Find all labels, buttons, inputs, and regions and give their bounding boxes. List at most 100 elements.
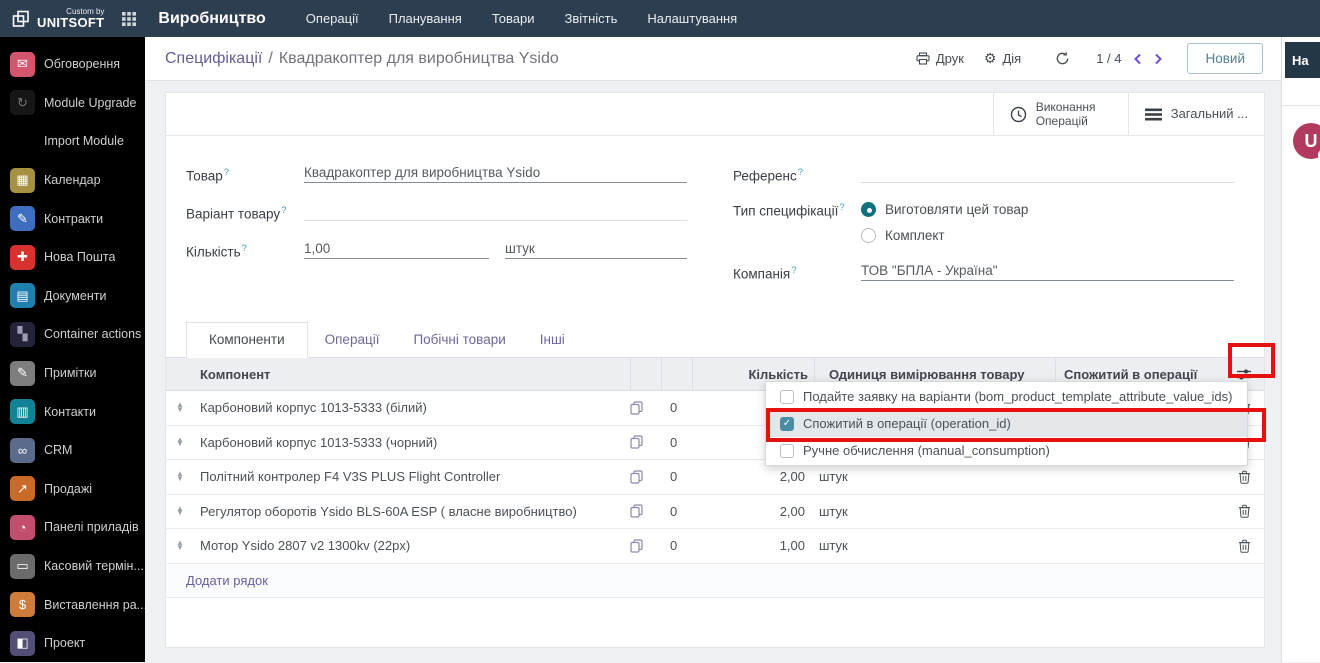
company-field[interactable]: ТОВ "БПЛА - Україна" — [861, 263, 1234, 281]
checkbox-icon — [780, 443, 794, 458]
row-quantity[interactable]: 1,00 — [690, 538, 805, 553]
sidebar-item-container-actions[interactable]: ▚ Container actions — [0, 315, 145, 354]
quantity-uom-field[interactable]: штук — [505, 241, 687, 259]
bom-type-option-kit[interactable]: Комплект — [861, 228, 1234, 243]
sidebar-item-sales[interactable]: ↗ Продажі — [0, 470, 145, 509]
sidebar-item-invoicing[interactable]: $ Виставлення ра... — [0, 585, 145, 624]
component-name[interactable]: Регулятор оборотів Ysido BLS-60A ESP ( в… — [200, 504, 630, 519]
sidebar-item-calendar[interactable]: ▦ Календар — [0, 161, 145, 200]
delete-row-icon[interactable] — [1224, 539, 1264, 553]
sidebar-item-contacts[interactable]: ▥ Контакти — [0, 392, 145, 431]
row-uom[interactable]: штук — [805, 469, 1045, 484]
component-name[interactable]: Карбоновий корпус 1013-5333 (чорний) — [200, 435, 630, 450]
sidebar-item-documents[interactable]: ▤ Документи — [0, 277, 145, 316]
breadcrumb-parent[interactable]: Специфікації — [165, 50, 262, 68]
drag-handle-icon[interactable]: ▲ ▼ — [176, 504, 200, 516]
form-fields: Товар? Квадракоптер для виробництва Ysid… — [166, 136, 1264, 318]
help-marker: ? — [241, 242, 247, 254]
variant-field[interactable] — [304, 204, 687, 221]
sidebar-item-discuss[interactable]: ✉ Обговорення — [0, 45, 145, 84]
checkbox-icon — [780, 416, 794, 431]
menu-reporting[interactable]: Звітність — [564, 11, 617, 26]
tab-byproducts[interactable]: Побічні товари — [396, 323, 522, 357]
right-panel-divider — [1282, 105, 1320, 106]
component-name[interactable]: Карбоновий корпус 1013-5333 (білий) — [200, 400, 630, 415]
component-name[interactable]: Політний контролер F4 V3S PLUS Flight Co… — [200, 469, 630, 484]
right-panel-button[interactable]: На — [1285, 42, 1320, 78]
stat-button-overview[interactable]: Загальний ... — [1127, 93, 1264, 135]
product-label: Товар? — [186, 166, 230, 184]
radio-icon[interactable] — [861, 228, 876, 243]
row-quantity[interactable]: 2,00 — [690, 469, 805, 484]
variant-count: 0 — [670, 469, 678, 485]
tab-operations[interactable]: Операції — [308, 323, 397, 357]
product-field[interactable]: Квадракоптер для виробництва Ysido — [304, 165, 687, 183]
notebook-tabs: Компоненти Операції Побічні товари Інші — [166, 322, 1264, 358]
sidebar-item-module-upgrade[interactable]: ↻ Module Upgrade — [0, 84, 145, 123]
import-module-icon — [10, 129, 35, 154]
sidebar-item-notes[interactable]: ✎ Примітки — [0, 354, 145, 393]
drag-handle-icon[interactable]: ▲ ▼ — [176, 401, 200, 413]
bom-type-option-manufacture[interactable]: Виготовляти цей товар — [861, 202, 1234, 217]
menu-products[interactable]: Товари — [492, 11, 535, 26]
drag-handle-icon[interactable]: ▲ ▼ — [176, 470, 200, 482]
delete-row-icon[interactable] — [1224, 470, 1264, 484]
refresh-button[interactable] — [1055, 51, 1070, 66]
list-icon — [1144, 108, 1162, 121]
row-uom[interactable]: штук — [805, 504, 1045, 519]
dropdown-item-apply-variants[interactable]: Подайте заявку на варіанти (bom_product_… — [766, 383, 1247, 410]
chevron-right-icon[interactable] — [1154, 53, 1163, 65]
radio-icon[interactable] — [861, 202, 876, 217]
form-sheet: Виконання Операцій Загальний ... Товар? … — [165, 92, 1265, 648]
header-quantity: Кількість — [748, 366, 808, 382]
copy-icon[interactable] — [630, 539, 660, 553]
avatar[interactable]: U — [1293, 123, 1320, 159]
help-marker: ? — [797, 166, 804, 178]
crm-icon: ∞ — [10, 437, 35, 463]
dropdown-item-manual-consumption[interactable]: Ручне обчислення (manual_consumption) — [766, 437, 1247, 464]
right-side-panel: На U — [1281, 37, 1320, 662]
menu-planning[interactable]: Планування — [389, 11, 462, 26]
copy-icon[interactable] — [630, 401, 660, 415]
stat-button-work-orders[interactable]: Виконання Операцій — [992, 93, 1128, 135]
pager-value[interactable]: 1 / 4 — [1096, 51, 1121, 66]
row-uom[interactable]: штук — [805, 538, 1045, 553]
quantity-field[interactable]: 1,00 — [304, 241, 489, 259]
sidebar-item-project[interactable]: ◧ Проект — [0, 624, 145, 663]
drag-handle-icon[interactable]: ▲ ▼ — [176, 539, 200, 551]
action-button[interactable]: ⚙ Дія — [984, 50, 1021, 67]
app-name[interactable]: Виробництво — [158, 10, 265, 28]
menu-settings[interactable]: Налаштування — [647, 11, 737, 26]
drag-handle-icon[interactable]: ▲ ▼ — [176, 435, 200, 447]
chevron-left-icon[interactable] — [1133, 53, 1142, 65]
record-pager: 1 / 4 — [1096, 51, 1163, 66]
tab-components[interactable]: Компоненти — [186, 322, 308, 358]
row-quantity[interactable]: 2,00 — [690, 504, 805, 519]
sidebar-item-import-module[interactable]: Import Module — [0, 122, 145, 161]
add-row-link[interactable]: Додати рядок — [186, 573, 268, 588]
reference-field[interactable] — [861, 166, 1234, 183]
tab-misc[interactable]: Інші — [523, 323, 582, 357]
new-button[interactable]: Новий — [1187, 43, 1263, 74]
header-operation: Спожитий в операції — [1064, 366, 1198, 382]
container-actions-icon: ▚ — [10, 321, 35, 347]
bom-type-label: Тип специфікації? — [733, 202, 845, 219]
sidebar-item-nova-poshta[interactable]: ✚ Нова Пошта — [0, 238, 145, 277]
optional-columns-icon[interactable] — [1224, 368, 1264, 381]
sidebar-item-crm[interactable]: ∞ CRM — [0, 431, 145, 470]
help-marker: ? — [791, 264, 797, 276]
apps-grid-icon[interactable] — [114, 0, 144, 37]
print-button[interactable]: Друк — [916, 51, 964, 66]
dropdown-item-consumed-in-operation[interactable]: Спожитий в операції (operation_id) — [766, 410, 1247, 437]
sidebar-item-contracts[interactable]: ✎ Контракти — [0, 199, 145, 238]
sidebar-item-pos[interactable]: ▭ Касовий термін... — [0, 547, 145, 586]
copy-icon[interactable] — [630, 435, 660, 449]
delete-row-icon[interactable] — [1224, 504, 1264, 518]
menu-operations[interactable]: Операції — [306, 11, 359, 26]
component-name[interactable]: Мотор Ysido 2807 v2 1300kv (22px) — [200, 538, 630, 553]
copy-icon[interactable] — [630, 470, 660, 484]
copy-icon[interactable] — [630, 504, 660, 518]
breadcrumb-current: Квадракоптер для виробництва Ysido — [278, 49, 559, 67]
sidebar-item-dashboards[interactable]: ◔ Панелі приладів — [0, 508, 145, 547]
unitsoft-logo[interactable]: Custom by UNITSOFT — [0, 8, 114, 29]
